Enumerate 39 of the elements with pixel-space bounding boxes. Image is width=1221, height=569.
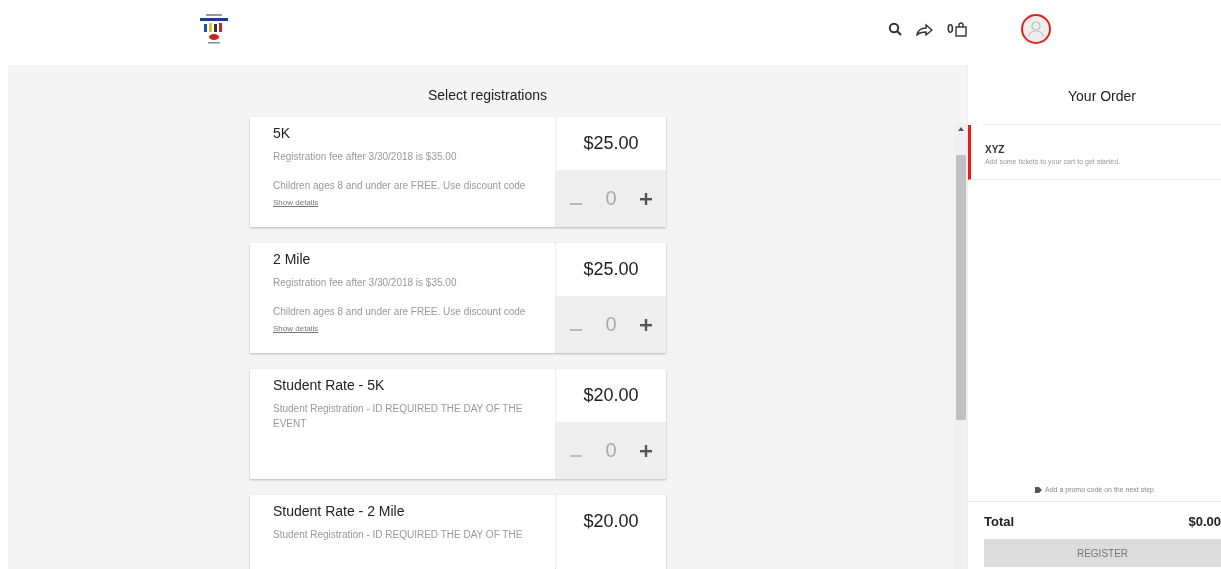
- registration-name: 2 Mile: [273, 251, 312, 267]
- registration-note: Registration fee after 3/30/2018 is $35.00: [273, 150, 458, 164]
- registration-name: Student Rate - 5K: [273, 377, 386, 393]
- avatar-button[interactable]: [1020, 14, 1051, 44]
- registration-description: Children ages 8 and under are FREE. Use discount code: [273, 306, 527, 317]
- event-name: XYZ: [985, 144, 1006, 155]
- person-silhouette-icon: [1027, 20, 1044, 38]
- price: $20.00: [582, 510, 640, 533]
- plus-icon: [640, 445, 653, 457]
- registration-note: Student Registration - ID REQUIRED THE DAY OF THE EVENT: [273, 402, 524, 431]
- quantity: 0: [605, 313, 617, 336]
- registration-note: Student Registration - ID REQUIRED THE DAY OF THE: [273, 528, 524, 542]
- order-title: Your Order: [983, 65, 1221, 125]
- tag-icon: [1035, 486, 1042, 493]
- registration-name: Student Rate - 2 Mile: [273, 503, 406, 519]
- plus-icon: [640, 193, 653, 205]
- shopping-bag-icon: [954, 21, 967, 37]
- total-amount: $0.00: [1188, 514, 1221, 529]
- cart-button[interactable]: 0: [947, 21, 967, 37]
- show-details-link[interactable]: Show details: [273, 324, 319, 333]
- scrollbar[interactable]: [955, 123, 967, 569]
- quantity: 0: [605, 439, 617, 462]
- total-label: Total: [984, 514, 1015, 529]
- scroll-up-arrow-icon[interactable]: [958, 127, 964, 131]
- registration-note: Registration fee after 3/30/2018 is $35.00: [273, 276, 458, 290]
- registration-name: 5K: [273, 125, 292, 141]
- search-icon[interactable]: [888, 22, 902, 36]
- price: $20.00: [582, 384, 640, 407]
- minus-icon: [569, 455, 582, 457]
- price: $25.00: [582, 258, 640, 281]
- quantity: 0: [605, 187, 617, 210]
- show-details-link[interactable]: Show details: [273, 198, 319, 207]
- price: $25.00: [582, 132, 640, 155]
- plus-icon: [640, 319, 653, 331]
- share-arrow-icon[interactable]: [916, 22, 933, 36]
- section-title: Select registrations: [427, 87, 548, 103]
- minus-icon: [569, 203, 582, 205]
- registration-description: Children ages 8 and under are FREE. Use discount code: [273, 180, 527, 191]
- minus-icon: [569, 329, 582, 331]
